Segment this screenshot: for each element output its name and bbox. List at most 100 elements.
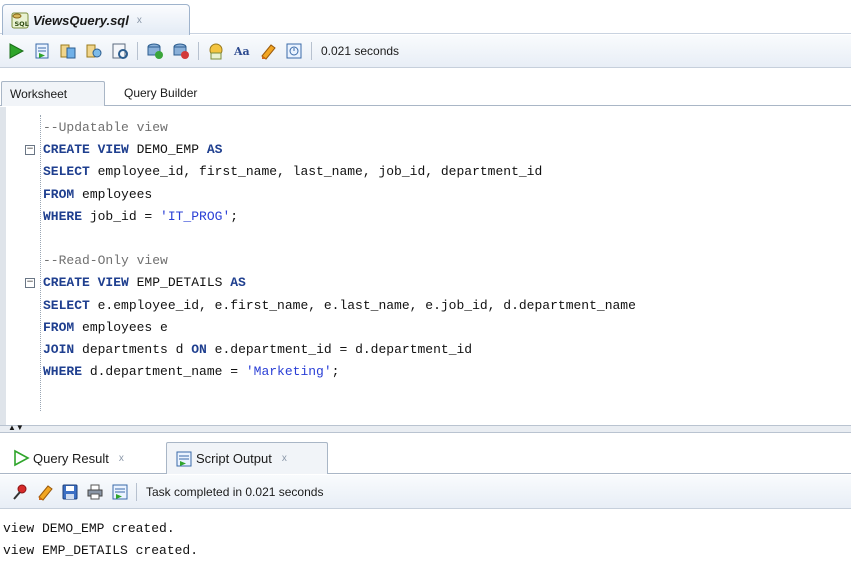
svg-text:Aa: Aa (233, 45, 250, 58)
sql-text: EMP_DETAILS (128, 275, 231, 291)
code-line[interactable]: SELECT employee_id, first_name, last_nam… (6, 161, 851, 183)
fold-toggle-icon[interactable]: − (25, 145, 35, 156)
code-line-text: FROM employees (43, 184, 152, 206)
code-line-text: --Updatable view (43, 117, 168, 139)
sql-text: departments d (74, 341, 192, 357)
output-line: view EMP_DETAILS created. (3, 543, 199, 558)
sql-keyword: WHERE (43, 364, 83, 380)
tab-script-output-label: Script Output (196, 451, 272, 466)
sql-keyword: ON (191, 341, 207, 357)
pane-splitter[interactable]: ▲▼ (0, 424, 851, 433)
code-line[interactable]: WHERE job_id = 'IT_PROG'; (6, 206, 851, 228)
sql-keyword: CREATE VIEW (43, 142, 129, 158)
svg-text:SQL: SQL (15, 20, 29, 28)
sql-keyword: AS (206, 142, 223, 158)
run-statement-icon[interactable] (6, 41, 26, 61)
pin-icon[interactable] (10, 482, 30, 502)
result-tab-bar: Query Result x Script Output x (0, 434, 851, 474)
sql-editor[interactable]: --Updatable view − CREATE VIEW DEMO_EMP AS… (0, 107, 851, 425)
sql-keyword: FROM (43, 319, 75, 335)
code-line[interactable]: SELECT e.employee_id, e.first_name, e.la… (6, 295, 851, 317)
sql-keyword: JOIN (43, 341, 75, 357)
save-icon[interactable] (60, 482, 80, 502)
code-line-text: FROM employees e (43, 317, 168, 339)
code-line[interactable]: FROM employees e (6, 317, 851, 339)
toolbar-separator (198, 42, 199, 60)
sql-keyword: WHERE (43, 208, 83, 224)
sql-text: employees (74, 186, 153, 202)
task-status-text: Task completed in 0.021 seconds (146, 484, 324, 499)
code-line[interactable]: WHERE d.department_name = 'Marketing'; (6, 361, 851, 383)
toolbar-separator (137, 42, 138, 60)
close-tab-icon[interactable]: x (282, 453, 287, 464)
code-line[interactable]: --Updatable view (6, 117, 851, 139)
code-line[interactable]: − CREATE VIEW EMP_DETAILS AS (6, 272, 851, 294)
script-output-icon[interactable] (110, 482, 130, 502)
tab-script-output[interactable]: Script Output x (166, 442, 328, 474)
sql-text: d.department_name = (82, 364, 246, 380)
unshared-sql-icon[interactable] (206, 41, 226, 61)
code-line-text: CREATE VIEW DEMO_EMP AS (43, 139, 222, 161)
sql-keyword: SELECT (43, 164, 90, 180)
output-line: view DEMO_EMP created. (3, 521, 175, 536)
code-line-text: SELECT employee_id, first_name, last_nam… (43, 161, 542, 183)
sql-text: ; (331, 364, 340, 380)
sql-text: DEMO_EMP (128, 142, 207, 158)
sql-comment: --Read-Only view (43, 253, 168, 269)
code-line-text: WHERE job_id = 'IT_PROG'; (43, 206, 238, 228)
autotrace-icon[interactable] (84, 41, 104, 61)
code-line-text: --Read-Only view (43, 250, 168, 272)
toolbar-separator (311, 42, 312, 60)
code-line[interactable]: JOIN departments d ON e.department_id = … (6, 339, 851, 361)
code-line-text: WHERE d.department_name = 'Marketing'; (43, 361, 339, 383)
splitter-arrows-icon[interactable]: ▲▼ (8, 424, 24, 432)
sql-keyword: CREATE VIEW (43, 275, 129, 291)
sql-tuning-icon[interactable] (110, 41, 130, 61)
clear-output-icon[interactable] (35, 482, 55, 502)
sql-file-icon: SQL (11, 12, 29, 29)
run-script-icon[interactable] (32, 41, 52, 61)
clear-icon[interactable] (258, 41, 278, 61)
worksheet-tab-bar: Worksheet Query Builder (0, 80, 851, 106)
file-tab-viewsquery[interactable]: SQL ViewsQuery.sql x (2, 4, 190, 35)
script-output-area[interactable]: view DEMO_EMP created. view EMP_DETAILS … (0, 510, 851, 574)
code-line[interactable]: FROM employees (6, 184, 851, 206)
output-toolbar: Task completed in 0.021 seconds (0, 475, 851, 509)
sql-string: 'Marketing' (245, 364, 332, 380)
sql-text: ; (230, 208, 239, 224)
sql-keyword: FROM (43, 186, 75, 202)
code-line-text: CREATE VIEW EMP_DETAILS AS (43, 272, 246, 294)
rollback-icon[interactable] (171, 41, 191, 61)
sql-comment: --Updatable view (43, 120, 168, 135)
sql-keyword: AS (230, 275, 246, 291)
file-tab-strip: SQL ViewsQuery.sql x (0, 0, 851, 35)
toolbar-separator (136, 482, 137, 501)
to-upper-icon[interactable]: Aa (232, 41, 252, 61)
code-line[interactable] (6, 228, 851, 250)
fold-toggle-icon[interactable]: − (25, 278, 35, 289)
tab-query-result[interactable]: Query Result x (4, 442, 132, 474)
print-icon[interactable] (85, 482, 105, 502)
explain-plan-icon[interactable] (58, 41, 78, 61)
code-line[interactable]: − CREATE VIEW DEMO_EMP AS (6, 139, 851, 161)
tab-worksheet[interactable]: Worksheet (1, 81, 105, 106)
close-tab-icon[interactable]: x (119, 453, 124, 464)
commit-icon[interactable] (145, 41, 165, 61)
play-icon (12, 449, 30, 467)
sql-text: e.employee_id, e.first_name, e.last_name… (89, 297, 636, 313)
code-line-text: SELECT e.employee_id, e.first_name, e.la… (43, 295, 636, 317)
sql-text: e.department_id = d.department_id (206, 341, 473, 357)
tab-query-builder[interactable]: Query Builder (116, 81, 205, 106)
code-area[interactable]: --Updatable view − CREATE VIEW DEMO_EMP AS… (6, 117, 851, 383)
history-icon[interactable] (284, 41, 304, 61)
sql-keyword: SELECT (43, 297, 90, 313)
script-output-icon (175, 450, 193, 468)
execution-time-text: 0.021 seconds (321, 44, 400, 58)
sql-text: employee_id, first_name, last_name, job_… (89, 164, 543, 180)
tab-query-result-label: Query Result (33, 450, 109, 466)
worksheet-toolbar: Aa 0.021 seconds (0, 35, 851, 68)
close-tab-icon[interactable]: x (137, 15, 142, 26)
code-line[interactable]: --Read-Only view (6, 250, 851, 272)
sql-string: 'IT_PROG' (160, 208, 231, 224)
sql-text: employees e (74, 319, 168, 335)
